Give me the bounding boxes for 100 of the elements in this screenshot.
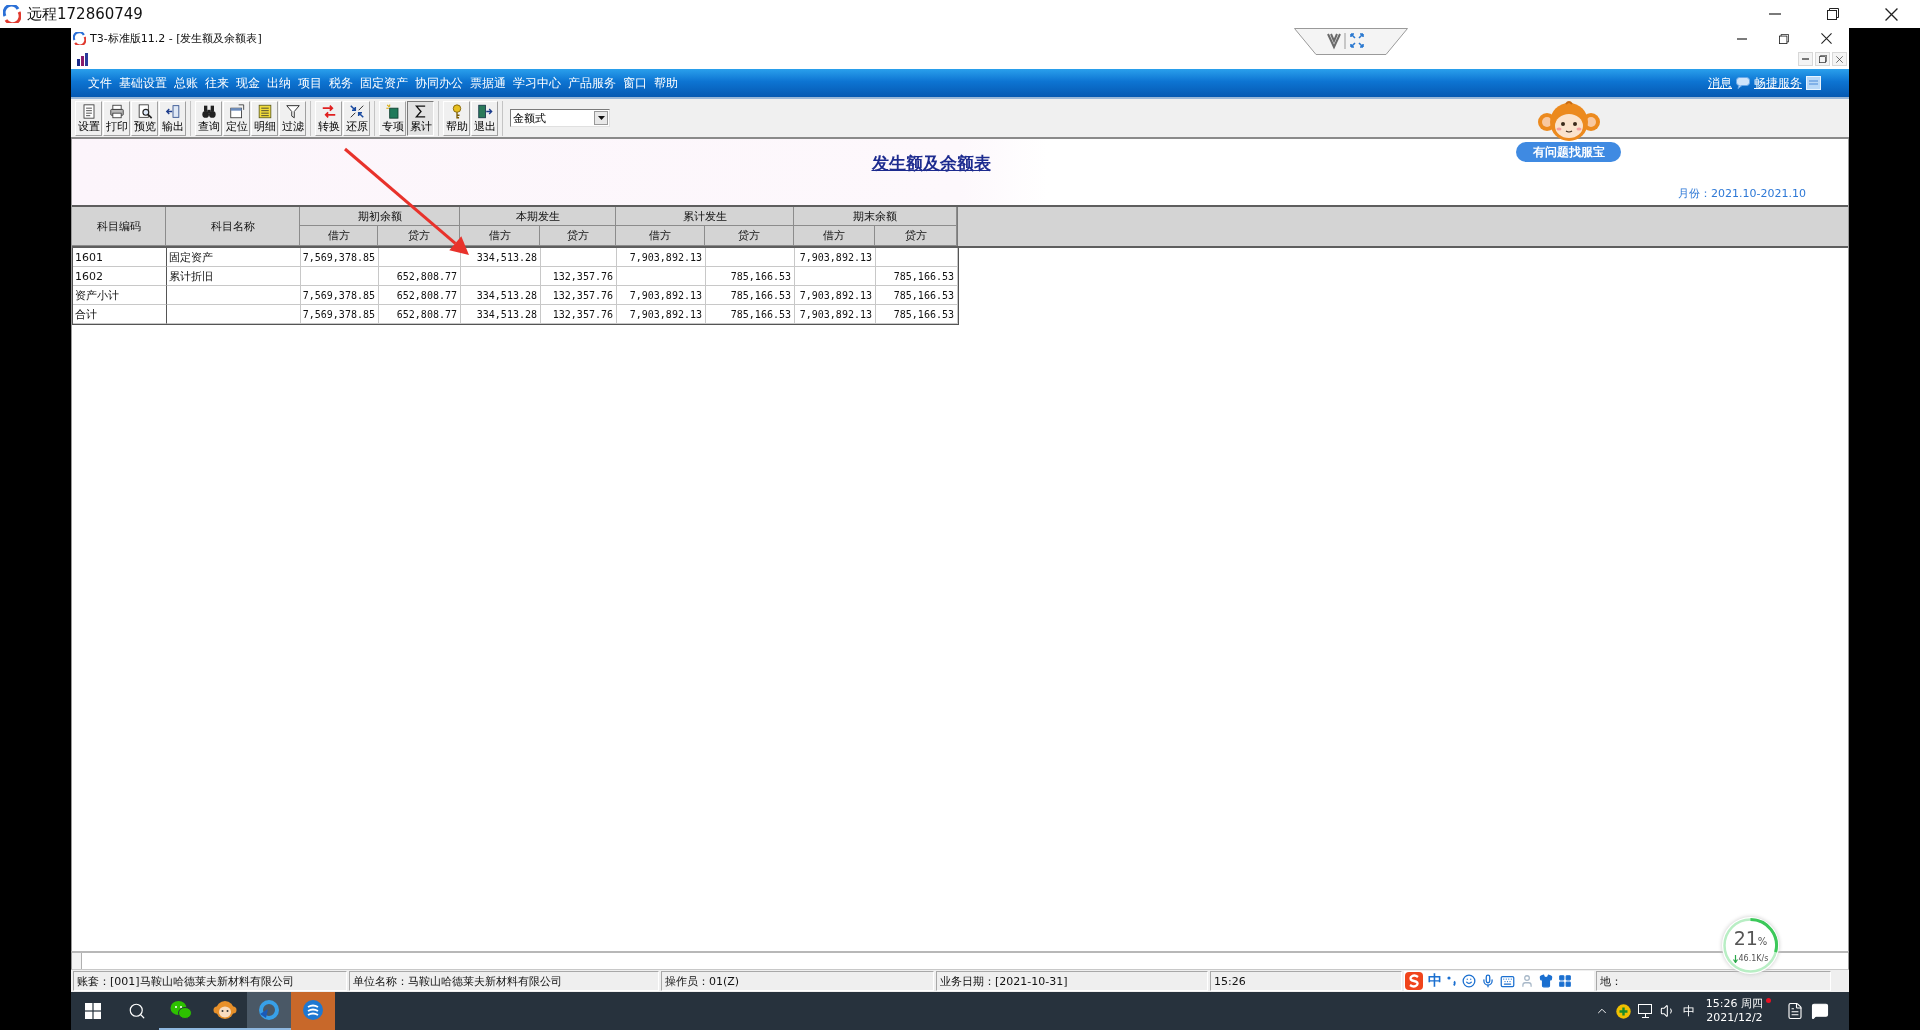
- menu-item[interactable]: 税务: [329, 74, 353, 92]
- toolbar-button[interactable]: 帮助: [443, 100, 470, 136]
- search-icon: [128, 1002, 146, 1020]
- menu-item[interactable]: 出纳: [267, 74, 291, 92]
- menu-item[interactable]: 票据通: [470, 74, 506, 92]
- table-cell: 785,166.53: [876, 305, 958, 324]
- toolbar-button[interactable]: 预览: [131, 100, 158, 136]
- menu-item[interactable]: 窗口: [623, 74, 647, 92]
- taskbar-clock[interactable]: 15:26 周四 2021/12/2: [1703, 997, 1765, 1025]
- table-cell: 7,903,892.13: [617, 286, 706, 305]
- column-header: 借方: [616, 226, 705, 246]
- report-title: 发生额及余额表: [871, 152, 991, 175]
- filter-icon: [283, 103, 302, 119]
- table-cell: 合计: [73, 305, 167, 324]
- menu-item[interactable]: 固定资产: [360, 74, 408, 92]
- table-cell: 785,166.53: [706, 305, 795, 324]
- toolbar-button[interactable]: 明细: [251, 100, 278, 136]
- shield-plus-icon[interactable]: [1615, 1003, 1631, 1019]
- ime-mode-toggle[interactable]: 中: [1428, 972, 1442, 990]
- toolbar-button[interactable]: 打印: [103, 100, 130, 136]
- menu-link[interactable]: 消息: [1708, 74, 1732, 92]
- monkey-mascot-icon[interactable]: [1535, 100, 1602, 142]
- menu-item[interactable]: 产品服务: [568, 74, 616, 92]
- windows-logo-icon: [85, 1003, 101, 1019]
- keyboard-icon[interactable]: [1500, 973, 1515, 989]
- ime-toolbar[interactable]: 中: [1404, 971, 1594, 991]
- table-cell: 7,903,892.13: [795, 305, 876, 324]
- table-cell: 785,166.53: [706, 267, 795, 286]
- menu-item[interactable]: 基础设置: [119, 74, 167, 92]
- menu-item[interactable]: 往来: [205, 74, 229, 92]
- table-cell: 1602: [73, 267, 167, 286]
- status-field: 业务日期：[2021-10-31]: [936, 971, 1208, 991]
- circle-stripes-icon: [302, 999, 324, 1021]
- document-close-button[interactable]: [1832, 52, 1847, 66]
- usage-percent: 21%: [1733, 927, 1768, 951]
- notes-icon[interactable]: [1786, 1002, 1804, 1020]
- shirt-icon[interactable]: [1539, 974, 1553, 988]
- column-header: 贷方: [705, 226, 794, 246]
- toolbar-button[interactable]: 设置: [75, 100, 102, 136]
- caret-icon: [594, 111, 608, 125]
- menu-item[interactable]: 学习中心: [513, 74, 561, 92]
- toolbar-button[interactable]: 转换: [315, 100, 342, 136]
- minimize-icon: [1802, 58, 1809, 60]
- microphone-icon[interactable]: [1481, 974, 1495, 988]
- menu-item[interactable]: 文件: [88, 74, 112, 92]
- assistant-button[interactable]: 有问题找服宝: [1516, 142, 1621, 162]
- menu-item[interactable]: 项目: [298, 74, 322, 92]
- column-header: 借方: [794, 226, 875, 246]
- toolbar-button[interactable]: 查询: [195, 100, 222, 136]
- status-field: 15:26: [1210, 971, 1402, 991]
- table-cell: 652,808.77: [379, 267, 461, 286]
- restore-icon: [1779, 33, 1789, 44]
- toolbar-button[interactable]: 定位: [223, 100, 250, 136]
- document-restore-button[interactable]: [1815, 52, 1830, 66]
- toolbar-button[interactable]: 过滤: [279, 100, 306, 136]
- table-cell: 1601: [73, 248, 167, 267]
- table-cell: 785,166.53: [876, 286, 958, 305]
- remote-toolbar-tab[interactable]: [1294, 28, 1408, 55]
- message-window-icon: [1806, 76, 1821, 90]
- toolbar-button[interactable]: 还原: [343, 100, 370, 136]
- grid-icon[interactable]: [1558, 974, 1572, 988]
- menu-link[interactable]: 畅捷服务: [1754, 74, 1802, 92]
- input-mode-indicator[interactable]: 中: [1682, 1002, 1695, 1020]
- double-chevron-down-icon: [1327, 33, 1341, 50]
- view-select[interactable]: 金额式: [510, 109, 610, 127]
- column-group-header: 期末余额: [794, 207, 957, 226]
- menu-item[interactable]: 现金: [236, 74, 260, 92]
- column-header: 贷方: [875, 226, 957, 246]
- table-cell: 7,903,892.13: [795, 286, 876, 305]
- restore-icon: [1827, 8, 1839, 20]
- logo-icon: [1405, 972, 1423, 990]
- status-field: 操作员：01(Z): [661, 971, 934, 991]
- document-minimize-button[interactable]: [1798, 52, 1813, 66]
- toolbar-button[interactable]: 输出: [159, 100, 186, 136]
- toolbar-button[interactable]: 专项: [379, 100, 406, 136]
- menu-item[interactable]: 协同办公: [415, 74, 463, 92]
- minimize-icon: [1737, 37, 1747, 40]
- table-cell: 334,513.28: [461, 286, 541, 305]
- column-header: 借方: [300, 226, 378, 246]
- action-center-icon[interactable]: [1811, 1002, 1829, 1020]
- menu-item[interactable]: 总账: [174, 74, 198, 92]
- printer-icon: [107, 103, 126, 119]
- status-field: 单位名称：马鞍山哈德莱夫新材料有限公司: [349, 971, 659, 991]
- export-icon: [163, 103, 182, 119]
- toolbar-button[interactable]: 累计: [407, 100, 434, 136]
- menu-item[interactable]: 帮助: [654, 74, 678, 92]
- swirl-logo-icon: [3, 5, 21, 23]
- close-icon: [1836, 55, 1843, 63]
- table-cell: 固定资产: [167, 248, 301, 267]
- smiley-icon[interactable]: [1462, 974, 1476, 988]
- network-icon[interactable]: [1637, 1004, 1653, 1018]
- table-cell: 785,166.53: [706, 286, 795, 305]
- download-arrow-icon: [1732, 954, 1738, 963]
- table-cell: 334,513.28: [461, 305, 541, 324]
- exit-door-icon: [475, 103, 494, 119]
- chat-bubbles-icon: [170, 1000, 192, 1020]
- toolbar-button[interactable]: 退出: [471, 100, 498, 136]
- horizontal-scrollbar[interactable]: [71, 951, 1849, 970]
- swirl-logo-icon: [73, 32, 86, 45]
- close-icon: [1820, 33, 1832, 44]
